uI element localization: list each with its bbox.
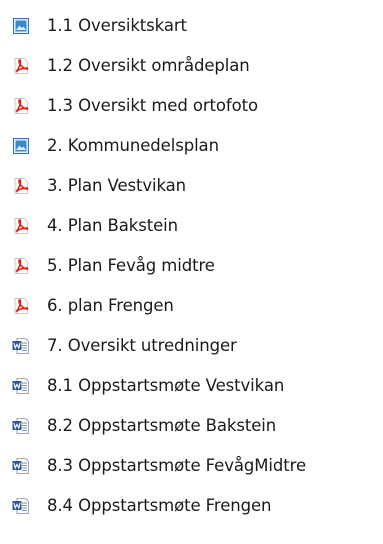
file-name: 5. Plan Fevåg midtre [47,256,215,275]
file-name: 1.3 Oversikt med ortofoto [47,96,258,115]
word-file-icon [12,457,30,475]
file-item[interactable]: 8.3 Oppstartsmøte FevågMidtre [0,446,383,486]
file-name: 4. Plan Bakstein [47,216,178,235]
file-item[interactable]: 6. plan Frengen [0,286,383,326]
file-name: 8.3 Oppstartsmøte FevågMidtre [47,456,307,475]
file-item[interactable]: 7. Oversikt utredninger [0,326,383,366]
file-name: 1.1 Oversiktskart [47,16,187,35]
file-item[interactable]: 4. Plan Bakstein [0,206,383,246]
file-name: 7. Oversikt utredninger [47,336,237,355]
pdf-file-icon [12,57,30,75]
file-item[interactable]: 8.1 Oppstartsmøte Vestvikan [0,366,383,406]
file-name: 8.1 Oppstartsmøte Vestvikan [47,376,285,395]
file-name: 3. Plan Vestvikan [47,176,187,195]
pdf-file-icon [12,297,30,315]
file-name: 6. plan Frengen [47,296,174,315]
word-file-icon [12,337,30,355]
word-file-icon [12,497,30,515]
file-list: 1.1 Oversiktskart 1.2 Oversikt områdepla… [0,0,383,544]
word-file-icon [12,377,30,395]
image-file-icon [12,17,30,35]
file-name: 1.2 Oversikt områdeplan [47,56,250,75]
file-item[interactable]: 1.3 Oversikt med ortofoto [0,86,383,126]
pdf-file-icon [12,217,30,235]
file-name: 8.4 Oppstartsmøte Frengen [47,496,272,515]
file-item[interactable]: 3. Plan Vestvikan [0,166,383,206]
file-item[interactable]: 5. Plan Fevåg midtre [0,246,383,286]
file-item[interactable]: 2. Kommunedelsplan [0,126,383,166]
pdf-file-icon [12,97,30,115]
file-item[interactable]: 8.2 Oppstartsmøte Bakstein [0,406,383,446]
file-item[interactable]: 1.2 Oversikt områdeplan [0,46,383,86]
pdf-file-icon [12,257,30,275]
file-item[interactable]: 8.4 Oppstartsmøte Frengen [0,486,383,526]
word-file-icon [12,417,30,435]
image-file-icon [12,137,30,155]
pdf-file-icon [12,177,30,195]
file-item[interactable]: 1.1 Oversiktskart [0,6,383,46]
file-name: 8.2 Oppstartsmøte Bakstein [47,416,277,435]
file-name: 2. Kommunedelsplan [47,136,219,155]
